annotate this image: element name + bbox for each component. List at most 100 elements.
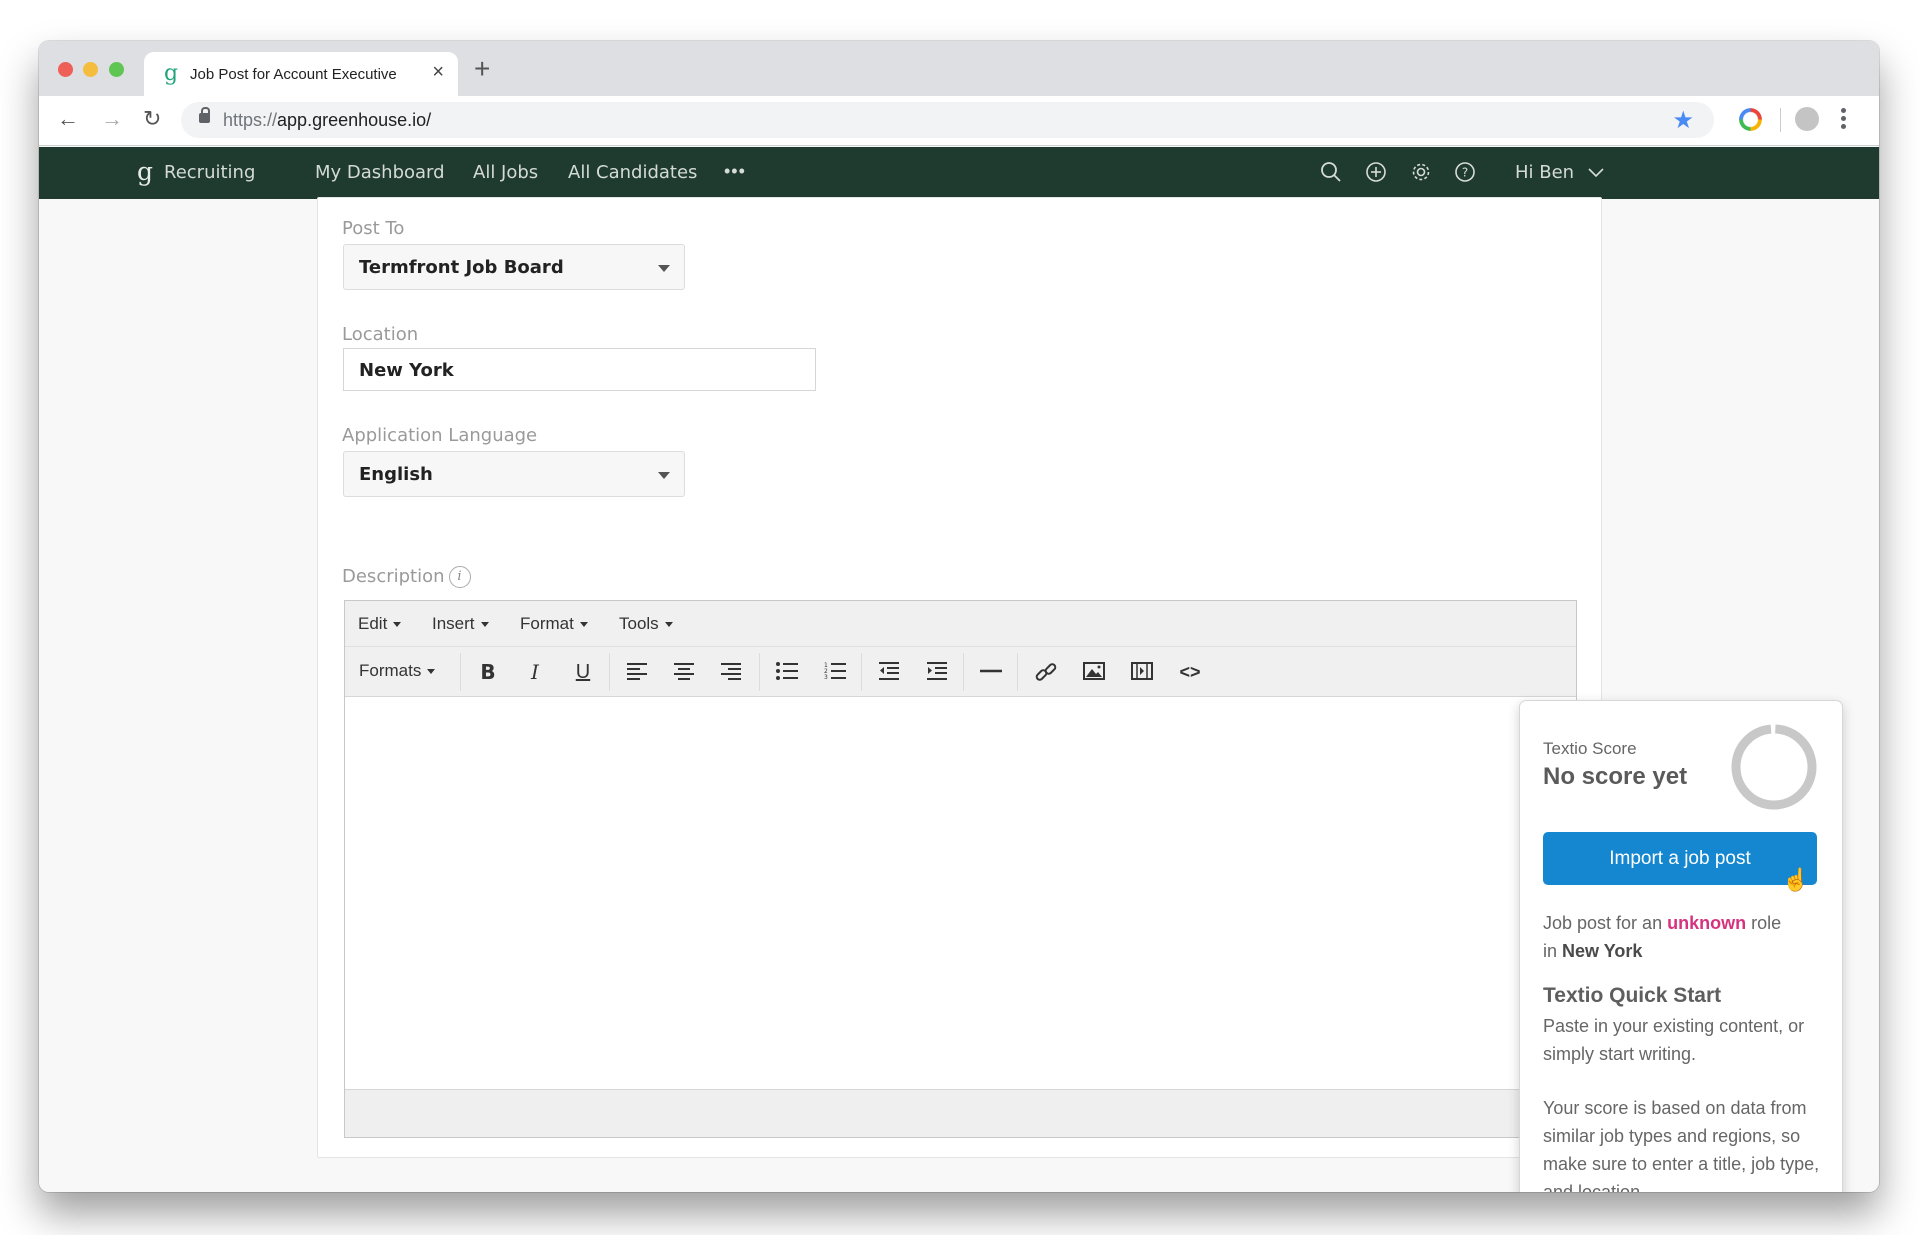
role-suffix: role bbox=[1746, 913, 1782, 933]
textio-score-label: Textio Score bbox=[1543, 739, 1637, 758]
editor-toolbar: Formats B I U 123 <> bbox=[345, 647, 1576, 697]
add-icon[interactable] bbox=[1365, 161, 1387, 183]
page-content: Post To Termfront Job Board Location New… bbox=[39, 197, 1879, 1192]
minimize-window-button[interactable] bbox=[83, 62, 98, 77]
toolbar-divider bbox=[1780, 108, 1781, 132]
toolbar-separator bbox=[759, 653, 760, 691]
horizontal-rule-icon bbox=[980, 669, 1002, 673]
italic-button[interactable]: I bbox=[522, 659, 548, 685]
profile-avatar[interactable] bbox=[1795, 107, 1819, 131]
application-language-select[interactable]: English bbox=[343, 451, 685, 497]
browser-tab[interactable]: g Job Post for Account Executive × bbox=[144, 52, 458, 96]
chevron-down-icon bbox=[1588, 168, 1604, 178]
greenhouse-logo-icon[interactable]: g bbox=[137, 157, 153, 186]
align-center-icon bbox=[674, 663, 694, 680]
search-icon[interactable] bbox=[1320, 161, 1342, 183]
horizontal-rule-button[interactable] bbox=[978, 659, 1004, 685]
numbered-list-button[interactable]: 123 bbox=[822, 659, 848, 685]
address-bar-row: ← → ↻ https://app.greenhouse.io/ ★ bbox=[39, 96, 1879, 146]
reload-button[interactable]: ↻ bbox=[143, 106, 161, 132]
browser-window: g Job Post for Account Executive × + ← →… bbox=[39, 41, 1879, 1192]
align-center-button[interactable] bbox=[671, 659, 697, 685]
formats-dropdown[interactable]: Formats bbox=[359, 661, 435, 681]
menu-tools[interactable]: Tools bbox=[619, 614, 673, 634]
toolbar-separator bbox=[861, 653, 862, 691]
image-button[interactable] bbox=[1081, 659, 1107, 685]
location-label: Location bbox=[342, 324, 419, 345]
browser-menu-icon[interactable] bbox=[1841, 108, 1847, 132]
application-language-value: English bbox=[359, 464, 433, 485]
rich-text-editor: Edit Insert Format Tools Formats B I U 1… bbox=[344, 600, 1577, 1138]
link-button[interactable] bbox=[1033, 659, 1059, 685]
url-bar[interactable]: https://app.greenhouse.io/ ★ bbox=[181, 102, 1714, 138]
location-input[interactable]: New York bbox=[343, 348, 816, 391]
nav-all-jobs[interactable]: All Jobs bbox=[473, 162, 538, 183]
toolbar-separator bbox=[1017, 653, 1018, 691]
toolbar-separator bbox=[963, 653, 964, 691]
app-navbar: g Recruiting My Dashboard All Jobs All C… bbox=[39, 147, 1879, 199]
description-editor-area[interactable] bbox=[345, 697, 1576, 1091]
menu-format[interactable]: Format bbox=[520, 614, 588, 634]
lock-icon bbox=[199, 107, 210, 123]
align-left-button[interactable] bbox=[624, 659, 650, 685]
more-menu-icon[interactable]: ••• bbox=[724, 161, 746, 182]
nav-all-candidates[interactable]: All Candidates bbox=[568, 162, 697, 183]
quick-start-title: Textio Quick Start bbox=[1543, 984, 1722, 1007]
indent-icon bbox=[927, 662, 947, 680]
indent-button[interactable] bbox=[924, 659, 950, 685]
toolbar-separator bbox=[609, 653, 610, 691]
bullet-list-icon bbox=[776, 662, 798, 680]
outdent-icon bbox=[879, 662, 899, 680]
toolbar-separator bbox=[460, 653, 461, 691]
new-tab-button[interactable]: + bbox=[474, 53, 490, 85]
tab-bar: g Job Post for Account Executive × + bbox=[39, 41, 1879, 96]
align-right-button[interactable] bbox=[718, 659, 744, 685]
score-ring-icon bbox=[1731, 724, 1817, 810]
textio-score-value: No score yet bbox=[1543, 763, 1688, 790]
location-summary-value: New York bbox=[1562, 941, 1643, 961]
source-code-button[interactable]: <> bbox=[1177, 659, 1203, 685]
info-icon[interactable]: i bbox=[448, 566, 471, 588]
caret-down-icon bbox=[658, 472, 670, 479]
role-prefix: Job post for an bbox=[1543, 913, 1668, 933]
role-value: unknown bbox=[1667, 913, 1747, 933]
import-job-post-button[interactable]: Import a job post bbox=[1543, 832, 1817, 885]
close-tab-icon[interactable]: × bbox=[432, 61, 444, 84]
maximize-window-button[interactable] bbox=[109, 62, 124, 77]
media-button[interactable] bbox=[1129, 659, 1155, 685]
help-icon[interactable]: ? bbox=[1454, 161, 1476, 183]
align-right-icon bbox=[721, 663, 741, 680]
description-label: Description i bbox=[342, 566, 471, 588]
job-post-form-card: Post To Termfront Job Board Location New… bbox=[317, 197, 1843, 1192]
back-button[interactable]: ← bbox=[57, 106, 79, 132]
editor-statusbar bbox=[345, 1089, 1576, 1137]
settings-icon[interactable] bbox=[1410, 161, 1432, 183]
media-icon bbox=[1131, 662, 1153, 680]
post-to-select[interactable]: Termfront Job Board bbox=[343, 244, 685, 290]
hand-cursor-icon: ☝ bbox=[1782, 867, 1810, 892]
nav-recruiting[interactable]: Recruiting bbox=[164, 162, 255, 183]
url-text[interactable]: https://app.greenhouse.io/ bbox=[223, 110, 431, 131]
menu-insert[interactable]: Insert bbox=[432, 614, 489, 634]
bullet-list-button[interactable] bbox=[774, 659, 800, 685]
nav-my-dashboard[interactable]: My Dashboard bbox=[315, 162, 445, 183]
description-label-text: Description bbox=[342, 566, 445, 587]
url-scheme: https:// bbox=[223, 110, 278, 130]
url-host: app.greenhouse.io/ bbox=[277, 110, 432, 130]
bold-button[interactable]: B bbox=[475, 659, 501, 685]
score-info-text: Your score is based on data from similar… bbox=[1543, 1098, 1820, 1192]
menu-edit[interactable]: Edit bbox=[358, 614, 401, 634]
image-icon bbox=[1083, 662, 1105, 680]
extension-icon[interactable] bbox=[1739, 108, 1762, 131]
outdent-button[interactable] bbox=[876, 659, 902, 685]
close-window-button[interactable] bbox=[58, 62, 73, 77]
user-menu[interactable]: Hi Ben bbox=[1515, 162, 1604, 183]
numbered-list-icon: 123 bbox=[824, 662, 846, 680]
editor-menubar: Edit Insert Format Tools bbox=[345, 601, 1576, 647]
post-to-label: Post To bbox=[342, 218, 405, 239]
location-prefix: in bbox=[1543, 941, 1563, 961]
caret-down-icon bbox=[658, 265, 670, 272]
forward-button[interactable]: → bbox=[101, 106, 123, 132]
bookmark-star-icon[interactable]: ★ bbox=[1672, 106, 1694, 135]
underline-button[interactable]: U bbox=[570, 659, 596, 685]
